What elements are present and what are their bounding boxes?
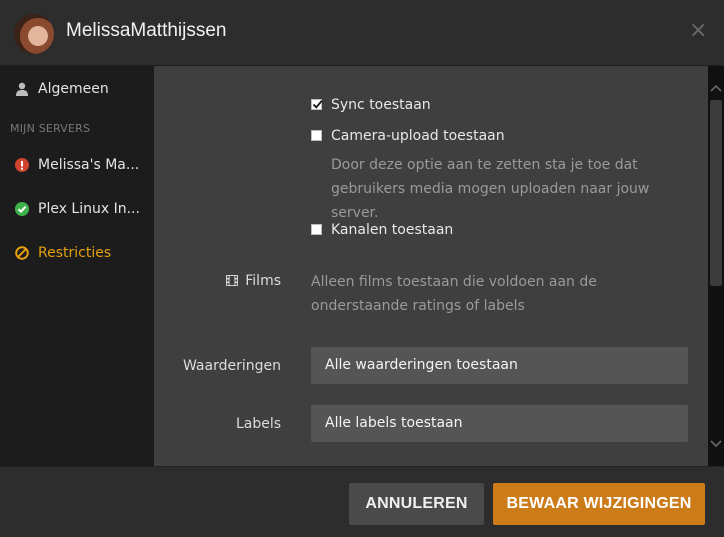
sidebar: Algemeen MIJN SERVERS Melissa's Ma... Pl… bbox=[0, 66, 154, 466]
error-icon bbox=[15, 158, 29, 172]
camera-upload-description: Door deze optie aan te zetten sta je toe… bbox=[331, 157, 650, 221]
dialog-footer: ANNULEREN BEWAAR WIJZIGINGEN bbox=[0, 466, 724, 537]
channels-checkbox[interactable] bbox=[311, 224, 322, 235]
user-name: MelissaMatthijssen bbox=[66, 20, 227, 41]
user-icon bbox=[16, 82, 28, 96]
checkmark-icon bbox=[312, 100, 323, 109]
sync-label: Sync toestaan bbox=[331, 97, 431, 113]
avatar bbox=[14, 14, 54, 54]
scroll-up-icon[interactable] bbox=[710, 82, 722, 94]
ratings-label: Waarderingen bbox=[182, 358, 281, 374]
close-icon[interactable]: × bbox=[689, 20, 707, 42]
servers-section-title: MIJN SERVERS bbox=[10, 122, 91, 135]
films-description: Alleen films toestaan die voldoen aan de… bbox=[311, 274, 597, 314]
films-heading: Films bbox=[154, 273, 281, 289]
cancel-button[interactable]: ANNULEREN bbox=[349, 483, 484, 525]
scroll-thumb[interactable] bbox=[710, 100, 722, 286]
sidebar-item-server-2[interactable]: Plex Linux In... bbox=[0, 194, 154, 224]
camera-upload-label: Camera-upload toestaan bbox=[331, 128, 505, 144]
ratings-select[interactable]: Alle waarderingen toestaan bbox=[311, 347, 688, 384]
labels-label: Labels bbox=[235, 416, 281, 432]
sidebar-item-label: Melissa's Ma... bbox=[38, 157, 140, 173]
film-icon bbox=[226, 275, 239, 286]
films-label: Films bbox=[245, 273, 281, 289]
sidebar-item-general[interactable]: Algemeen bbox=[0, 74, 154, 104]
restricted-icon bbox=[15, 246, 29, 260]
sidebar-item-label: Algemeen bbox=[38, 81, 109, 97]
camera-upload-checkbox[interactable] bbox=[311, 130, 322, 141]
sidebar-item-label: Plex Linux In... bbox=[38, 201, 140, 217]
sidebar-item-label: Restricties bbox=[38, 245, 112, 261]
scroll-down-icon[interactable] bbox=[710, 438, 722, 450]
check-circle-icon bbox=[15, 202, 29, 216]
save-changes-button[interactable]: BEWAAR WIJZIGINGEN bbox=[493, 483, 705, 525]
settings-panel: Sync toestaan Camera-upload toestaan Doo… bbox=[154, 66, 708, 466]
dialog-header: MelissaMatthijssen × bbox=[0, 0, 724, 66]
sidebar-item-server-1[interactable]: Melissa's Ma... bbox=[0, 150, 154, 180]
sidebar-item-restrictions[interactable]: Restricties bbox=[0, 238, 154, 268]
sync-checkbox[interactable] bbox=[311, 99, 323, 110]
labels-select[interactable]: Alle labels toestaan bbox=[311, 405, 688, 442]
scrollbar[interactable] bbox=[708, 66, 724, 466]
channels-label: Kanalen toestaan bbox=[331, 222, 454, 238]
